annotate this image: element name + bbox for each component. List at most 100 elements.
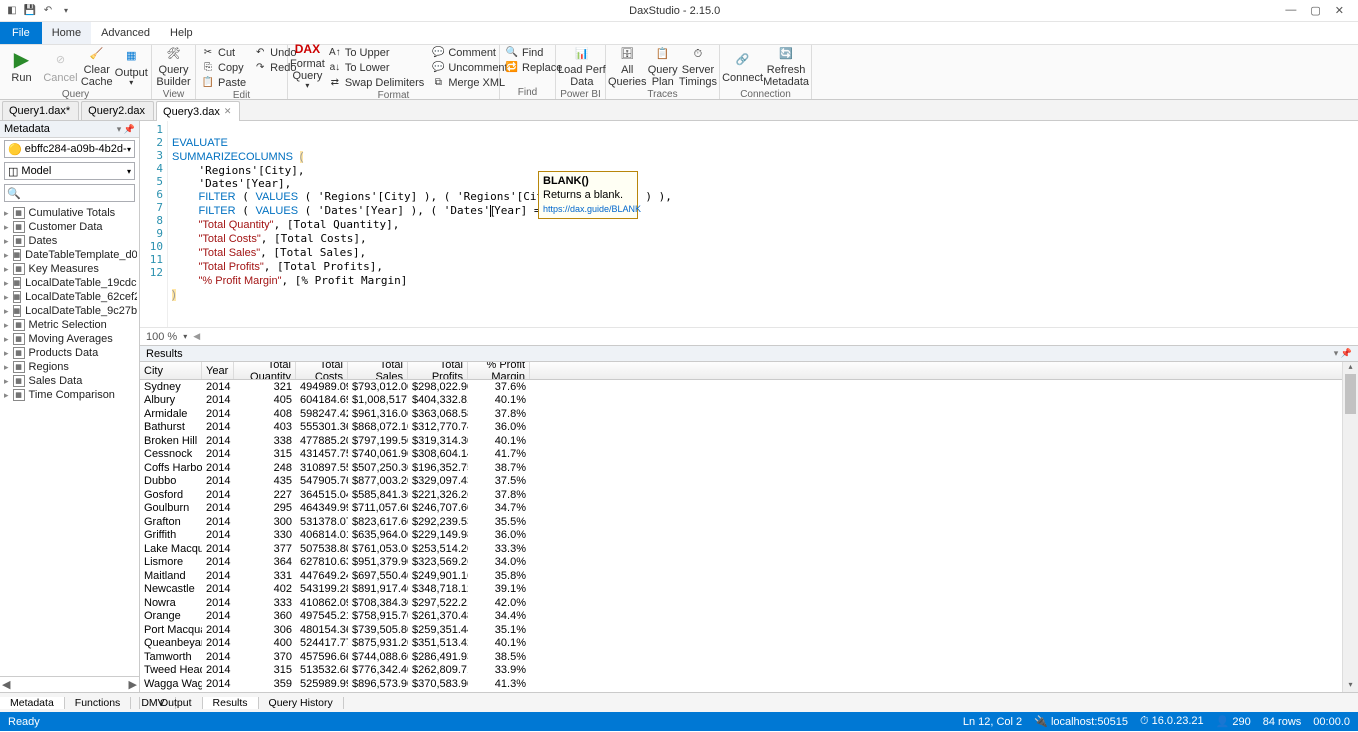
table-item[interactable]: ▸▦Dates (2, 234, 137, 248)
table-row[interactable]: Armidale2014408598247.422$961,316.00$363… (140, 407, 1342, 421)
table-item[interactable]: ▸▦LocalDateTable_9c27bc4b- (2, 304, 137, 318)
query-plan-button[interactable]: 📋Query Plan (647, 46, 679, 88)
bottom-tab-functions[interactable]: Functions (65, 697, 132, 709)
table-item[interactable]: ▸▦Time Comparison (2, 388, 137, 402)
table-row[interactable]: Albury2014405604184.694$1,008,517.50$404… (140, 394, 1342, 408)
table-item[interactable]: ▸▦Products Data (2, 346, 137, 360)
database-selector[interactable]: 🟡ebffc284-a09b-4b2d-a1b8-▾ (4, 140, 135, 158)
bottom-tab-metadata[interactable]: Metadata (0, 697, 65, 709)
column-header[interactable]: City (140, 362, 202, 379)
results-panel-controls[interactable]: ▾ 📌 (1334, 348, 1352, 359)
table-row[interactable]: Tweed Heads2014315513532.689$776,342.40$… (140, 664, 1342, 678)
all-queries-button[interactable]: 🗄All Queries (608, 46, 647, 88)
minimize-button[interactable]: — (1285, 4, 1296, 17)
table-row[interactable]: Coffs Harbour2014248310897.554$507,250.3… (140, 461, 1342, 475)
maximize-button[interactable]: ▢ (1310, 4, 1320, 17)
table-item[interactable]: ▸▦Metric Selection (2, 318, 137, 332)
table-row[interactable]: Queanbeyan2014400524417.777$875,931.20$3… (140, 637, 1342, 651)
tooltip-link[interactable]: https://dax.guide/BLANK (543, 204, 641, 214)
comment-button[interactable]: 💬Comment (432, 46, 507, 59)
column-header[interactable]: Total Sales (348, 362, 408, 379)
to-upper-button[interactable]: A↑To Upper (329, 46, 424, 59)
bottom-tab-history[interactable]: Query History (259, 697, 344, 709)
column-header[interactable]: Year (202, 362, 234, 379)
refresh-metadata-button[interactable]: 🔄Refresh Metadata (763, 46, 809, 88)
results-scrollbar[interactable]: ▴▾ (1342, 362, 1358, 692)
cut-button[interactable]: ✂Cut (202, 46, 246, 59)
table-icon: ▦ (13, 235, 25, 247)
table-row[interactable]: Newcastle2014402543199.284$891,917.40$34… (140, 583, 1342, 597)
column-header[interactable]: Total Quantity (234, 362, 296, 379)
bottom-tab-output[interactable]: Output (150, 697, 203, 709)
load-perf-button[interactable]: 📊Load Perf Data (558, 46, 606, 88)
qat-dropdown[interactable]: ▾ (58, 3, 74, 19)
code-editor[interactable]: EVALUATE SUMMARIZECOLUMNS ( 'Regions'[Ci… (168, 121, 1358, 327)
table-row[interactable]: Wollongong2014279365827.102$572,320.70$2… (140, 691, 1342, 693)
replace-button[interactable]: 🔁Replace (506, 61, 562, 74)
cancel-button[interactable]: ⊘Cancel (41, 46, 80, 88)
close-tab-icon[interactable]: ✕ (224, 106, 232, 117)
tab-query1[interactable]: Query1.dax* (2, 101, 79, 120)
column-header[interactable]: Total Costs (296, 362, 348, 379)
menu-help[interactable]: Help (160, 22, 203, 44)
table-row[interactable]: Goulburn2014295464349.999$711,057.60$246… (140, 502, 1342, 516)
table-row[interactable]: Tamworth2014370457596.667$744,088.60$286… (140, 650, 1342, 664)
clear-cache-button[interactable]: 🧹Clear Cache (80, 46, 114, 88)
table-item[interactable]: ▸▦Key Measures (2, 262, 137, 276)
tab-query3[interactable]: Query3.dax✕ (156, 101, 240, 121)
output-button[interactable]: ▦Output▾ (114, 46, 149, 88)
connect-button[interactable]: 🔗Connect (722, 46, 763, 88)
menu-home[interactable]: Home (42, 22, 91, 44)
table-item[interactable]: ▸▦LocalDateTable_62cef255-0 (2, 290, 137, 304)
save-icon[interactable]: 💾 (22, 3, 38, 19)
model-selector[interactable]: ◫Model▾ (4, 162, 135, 180)
to-lower-button[interactable]: a↓To Lower (329, 61, 424, 74)
table-row[interactable]: Griffith2014330406814.017$635,964.00$229… (140, 529, 1342, 543)
server-timings-button[interactable]: ⏱Server Timings (679, 46, 717, 88)
panel-controls[interactable]: ▾ 📌 (117, 124, 135, 135)
table-row[interactable]: Grafton2014300531378.072$823,617.60$292,… (140, 515, 1342, 529)
table-row[interactable]: Cessnock2014315431457.756$740,061.90$308… (140, 448, 1342, 462)
table-item[interactable]: ▸▦Moving Averages (2, 332, 137, 346)
table-row[interactable]: Lake Macquarie2014377507538.802$761,053.… (140, 542, 1342, 556)
column-header[interactable]: % Profit Margin (468, 362, 530, 379)
query-builder-button[interactable]: 🛠Query Builder (154, 46, 193, 88)
table-item[interactable]: ▸▦Customer Data (2, 220, 137, 234)
bottom-tab-results[interactable]: Results (203, 697, 259, 709)
tab-query2[interactable]: Query2.dax (81, 101, 154, 120)
format-query-button[interactable]: DAXFormat Query▾ (290, 46, 325, 88)
table-row[interactable]: Dubbo2014435547905.766$877,003.20$329,09… (140, 475, 1342, 489)
undo-icon[interactable]: ↶ (40, 3, 56, 19)
table-row[interactable]: Wagga Wagga2014359525989.999$896,573.90$… (140, 677, 1342, 691)
uncomment-button[interactable]: 💬Uncomment (432, 61, 507, 74)
table-row[interactable]: Orange2014360497545.216$758,915.70$261,3… (140, 610, 1342, 624)
merge-xml-button[interactable]: ⧉Merge XML (432, 76, 507, 89)
scroll-right-icon[interactable]: ▶ (129, 678, 137, 691)
menu-file[interactable]: File (0, 22, 42, 44)
table-item[interactable]: ▸▦DateTableTemplate_d095fb (2, 248, 137, 262)
table-item[interactable]: ▸▦Regions (2, 360, 137, 374)
table-item[interactable]: ▸▦LocalDateTable_19cdc2e1- (2, 276, 137, 290)
column-header[interactable]: Total Profits (408, 362, 468, 379)
menu-advanced[interactable]: Advanced (91, 22, 160, 44)
swap-delim-button[interactable]: ⇄Swap Delimiters (329, 76, 424, 89)
table-row[interactable]: Lismore2014364627810.636$951,379.90$323,… (140, 556, 1342, 570)
find-button[interactable]: 🔍Find (506, 46, 562, 59)
metadata-search[interactable]: 🔍 (4, 184, 135, 202)
table-item[interactable]: ▸▦Sales Data (2, 374, 137, 388)
zoom-level[interactable]: 100 % (146, 331, 177, 343)
paste-button[interactable]: 📋Paste (202, 76, 246, 89)
scroll-left-icon[interactable]: ◀ (2, 678, 10, 691)
table-row[interactable]: Bathurst2014403555301.36$868,072.10$312,… (140, 421, 1342, 435)
run-button[interactable]: ▶Run (2, 46, 41, 88)
table-row[interactable]: Broken Hill2014338477885.205$797,199.50$… (140, 434, 1342, 448)
copy-button[interactable]: ⎘Copy (202, 61, 246, 74)
table-row[interactable]: Sydney2014321494989.099$793,012.00$298,0… (140, 380, 1342, 394)
table-row[interactable]: Maitland2014331447649.244$697,550.40$249… (140, 569, 1342, 583)
table-row[interactable]: Nowra2014333410862.09$708,384.30$297,522… (140, 596, 1342, 610)
close-button[interactable]: ✕ (1335, 4, 1344, 17)
table-row[interactable]: Port Macquarie2014306480154.361$739,505.… (140, 623, 1342, 637)
table-item[interactable]: ▸▦Cumulative Totals (2, 206, 137, 220)
cell: 227 (234, 489, 296, 501)
table-row[interactable]: Gosford2014227364515.041$585,841.30$221,… (140, 488, 1342, 502)
